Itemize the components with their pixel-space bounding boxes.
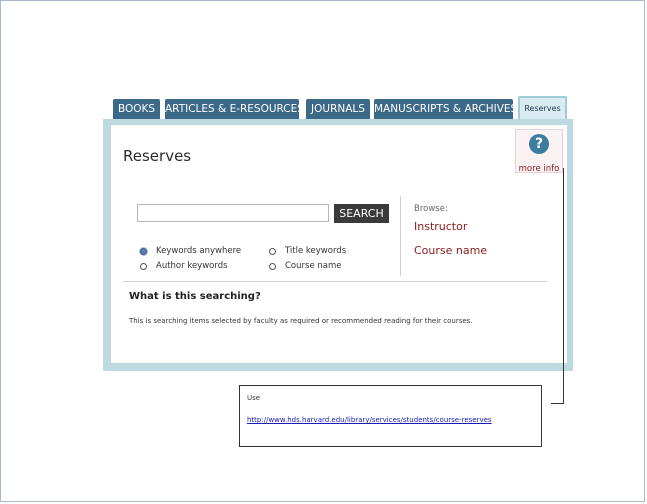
option-course-name[interactable]: Course name [269,261,341,271]
question-icon: ? [529,134,549,154]
more-info-button[interactable]: ? more info [515,129,563,174]
option-title-keywords[interactable]: Title keywords [269,246,346,256]
radio[interactable] [140,262,147,270]
option-label: Keywords anywhere [156,246,242,256]
page-title: Reserves [123,147,192,165]
tab-books[interactable]: BOOKS [113,99,160,120]
info-heading: What is this searching? [129,291,261,302]
tab-manuscripts[interactable]: MANUSCRIPTS & ARCHIVES [374,99,513,120]
note-url-link[interactable]: http://www.hds.harvard.edu/library/servi… [247,416,492,424]
radio[interactable] [269,262,276,270]
radio-selected[interactable] [140,247,147,255]
option-label: Author keywords [156,261,228,271]
note-label: Use [247,394,261,402]
section-divider [123,281,547,282]
callout-line [551,403,564,404]
option-keywords-anywhere[interactable]: Keywords anywhere [140,246,241,256]
tab-journals[interactable]: JOURNALS [306,99,370,120]
option-label: Title keywords [285,246,347,256]
option-label: Course name [285,261,342,271]
browse-course-name-link[interactable]: Course name [414,244,487,257]
search-input[interactable] [137,204,329,222]
tab-articles[interactable]: ARTICLES & E-RESOURCES [165,99,299,120]
divider [400,196,401,276]
radio[interactable] [269,247,276,255]
panel-body: Reserves ? more info SEARCH Browse: Inst… [111,125,567,363]
info-text: This is searching items selected by facu… [129,317,473,325]
reserves-panel: Reserves ? more info SEARCH Browse: Inst… [103,119,573,371]
more-info-label: more info [518,164,560,174]
browse-instructor-link[interactable]: Instructor [414,220,467,233]
callout-line [563,168,564,403]
tab-reserves[interactable]: Reserves [518,96,567,120]
option-author-keywords[interactable]: Author keywords [140,261,228,271]
search-button[interactable]: SEARCH [334,204,389,223]
annotation-note: Use http://www.hds.harvard.edu/library/s… [239,385,542,447]
browse-heading: Browse: [414,204,448,214]
